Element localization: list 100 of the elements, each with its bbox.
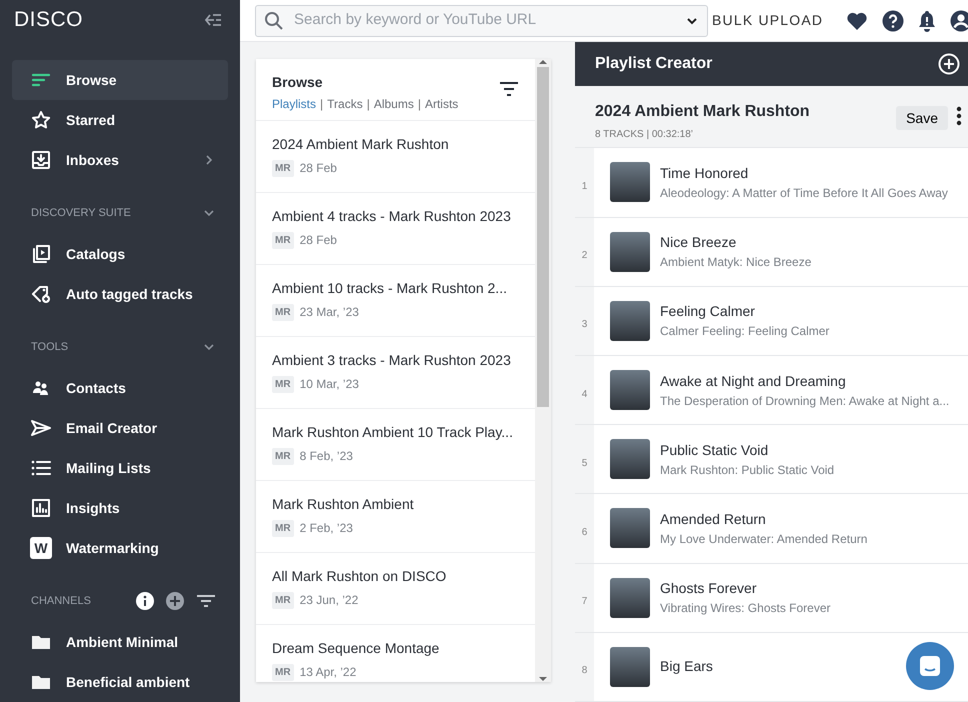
owner-initials: MR [272,592,294,608]
tab-separator: | [418,96,421,113]
track-title: Ghosts Forever [660,579,758,598]
track-subtitle: Ambient Matyk: Nice Breeze [660,254,812,272]
help-icon[interactable] [882,10,904,32]
track-subtitle: Vibrating Wires: Ghosts Forever [660,600,831,618]
media-stack-icon [30,243,52,265]
more-icon[interactable] [956,106,962,126]
track-row[interactable]: Big Ears [594,632,968,702]
bar-chart-icon [30,497,52,519]
logo: DISCO [14,7,84,34]
owner-initials: MR [272,160,294,176]
panel-title: Playlist Creator [595,54,712,74]
search-input[interactable]: Search by keyword or YouTube URL [292,8,677,33]
track-number: 1 [575,148,594,216]
playlist-date: 28 Feb [300,160,337,177]
track-number: 5 [575,425,594,494]
info-icon[interactable] [136,592,154,610]
playlist-date: 13 Apr, ’22 [300,664,356,681]
track-number: 4 [575,356,594,424]
save-button[interactable]: Save [896,106,948,130]
track-title: Time Honored [660,164,750,183]
w-logo-icon: W [30,537,52,559]
user-icon[interactable] [950,10,968,32]
track-number: 2 [575,218,594,286]
playlist-date: 2 Feb, ’23 [300,520,353,537]
search-field[interactable]: Search by keyword or YouTube URL [255,4,708,36]
owner-initials: MR [272,448,294,464]
tab-separator: | [366,96,370,113]
bell-icon[interactable] [918,10,936,32]
chat-button[interactable] [906,642,954,690]
track-title: Amended Return [660,510,767,529]
owner-initials: MR [272,304,294,320]
album-art-placeholder [610,300,650,341]
collapse-sidebar-icon[interactable] [204,12,222,28]
playlist-date: 10 Mar, ’23 [300,376,359,393]
track-row[interactable]: Ghosts Forever Vibrating Wires: Ghosts Forever [594,564,968,632]
track-row[interactable]: Amended Return My Love Underwater: Amended Return [594,494,968,563]
nav-item[interactable]: Contacts [12,368,228,408]
search-icon [264,10,284,30]
nav-item[interactable]: Insights [12,488,228,528]
playlist-date: 8 Feb, ’23 [300,448,353,465]
add-icon[interactable] [938,53,960,76]
chat-icon [919,655,941,677]
track-title: Big Ears [660,657,713,676]
scroll-up-icon[interactable] [539,59,547,65]
album-art-placeholder [610,232,650,272]
nav-item[interactable]: Mailing Lists [12,448,228,488]
track-row[interactable]: Public Static Void Mark Rushton: Public Static Void [594,425,968,494]
section-heading: CHANNELS [31,594,91,609]
album-art-placeholder [610,162,650,202]
tab-separator: | [320,96,324,113]
playlist-date: 28 Feb [300,232,337,249]
section-heading: DISCOVERY SUITE [31,206,131,221]
tab[interactable]: Playlists [272,95,316,113]
album-art-placeholder [610,370,650,410]
owner-initials: MR [272,520,294,536]
playlist-title: 2024 Ambient Mark Rushton [595,102,810,122]
album-art-placeholder [610,578,650,618]
nav-item[interactable]: Catalogs [12,234,228,274]
track-row[interactable]: Time Honored Aleodeology: A Matter of Time Before It All Goes Away [594,148,968,216]
tab[interactable]: Tracks [327,95,363,113]
panel-title: Browse [272,73,324,92]
playlist-meta: 8 TRACKS | 00:32:18’ [595,128,694,142]
owner-initials: MR [272,664,294,680]
tab[interactable]: Artists [424,95,458,113]
owner-initials: MR [272,232,294,248]
track-title: Nice Breeze [660,233,738,252]
nav-item[interactable]: Starred [12,100,228,140]
heart-icon[interactable] [846,10,868,30]
nav-item[interactable]: Beneficial ambient [12,662,228,702]
playlist-date: 23 Jun, ’22 [300,592,358,609]
tab[interactable]: Albums [374,95,414,113]
inbox-icon [30,149,52,171]
playlist-date: 23 Mar, ’23 [300,304,359,321]
album-art-placeholder [610,646,650,687]
track-row[interactable]: Feeling Calmer Calmer Feeling: Feeling Calmer [594,286,968,355]
scrollbar[interactable] [535,59,551,682]
nav-item[interactable]: Email Creator [12,408,228,448]
section-heading: TOOLS [31,340,68,355]
track-title: Awake at Night and Dreaming [660,372,847,391]
track-number: 8 [575,632,594,702]
nav-item[interactable]: Auto tagged tracks [12,274,228,314]
bulk-upload-button[interactable]: BULK UPLOAD [712,10,824,31]
owner-initials: MR [272,376,294,392]
nav-item[interactable]: Inboxes [12,140,228,180]
scroll-down-icon[interactable] [539,676,547,682]
track-row[interactable]: Nice Breeze Ambient Matyk: Nice Breeze [594,218,968,286]
track-row[interactable]: Awake at Night and Dreaming The Desperation of Drowning Men: Awake at Night a... [594,356,968,424]
filter-icon[interactable] [499,81,519,97]
nav-item[interactable]: W Watermarking [12,528,228,568]
track-title: Public Static Void [660,440,770,460]
track-subtitle: My Love Underwater: Amended Return [660,530,868,548]
star-icon [30,109,52,131]
track-subtitle: Calmer Feeling: Feeling Calmer [660,323,830,340]
track-number: 7 [575,564,594,632]
nav-item[interactable]: Ambient Minimal [12,622,228,662]
nav-item[interactable]: Browse [12,60,228,100]
track-subtitle: The Desperation of Drowning Men: Awake at Night a... [660,392,950,410]
tag-icon [30,283,52,305]
